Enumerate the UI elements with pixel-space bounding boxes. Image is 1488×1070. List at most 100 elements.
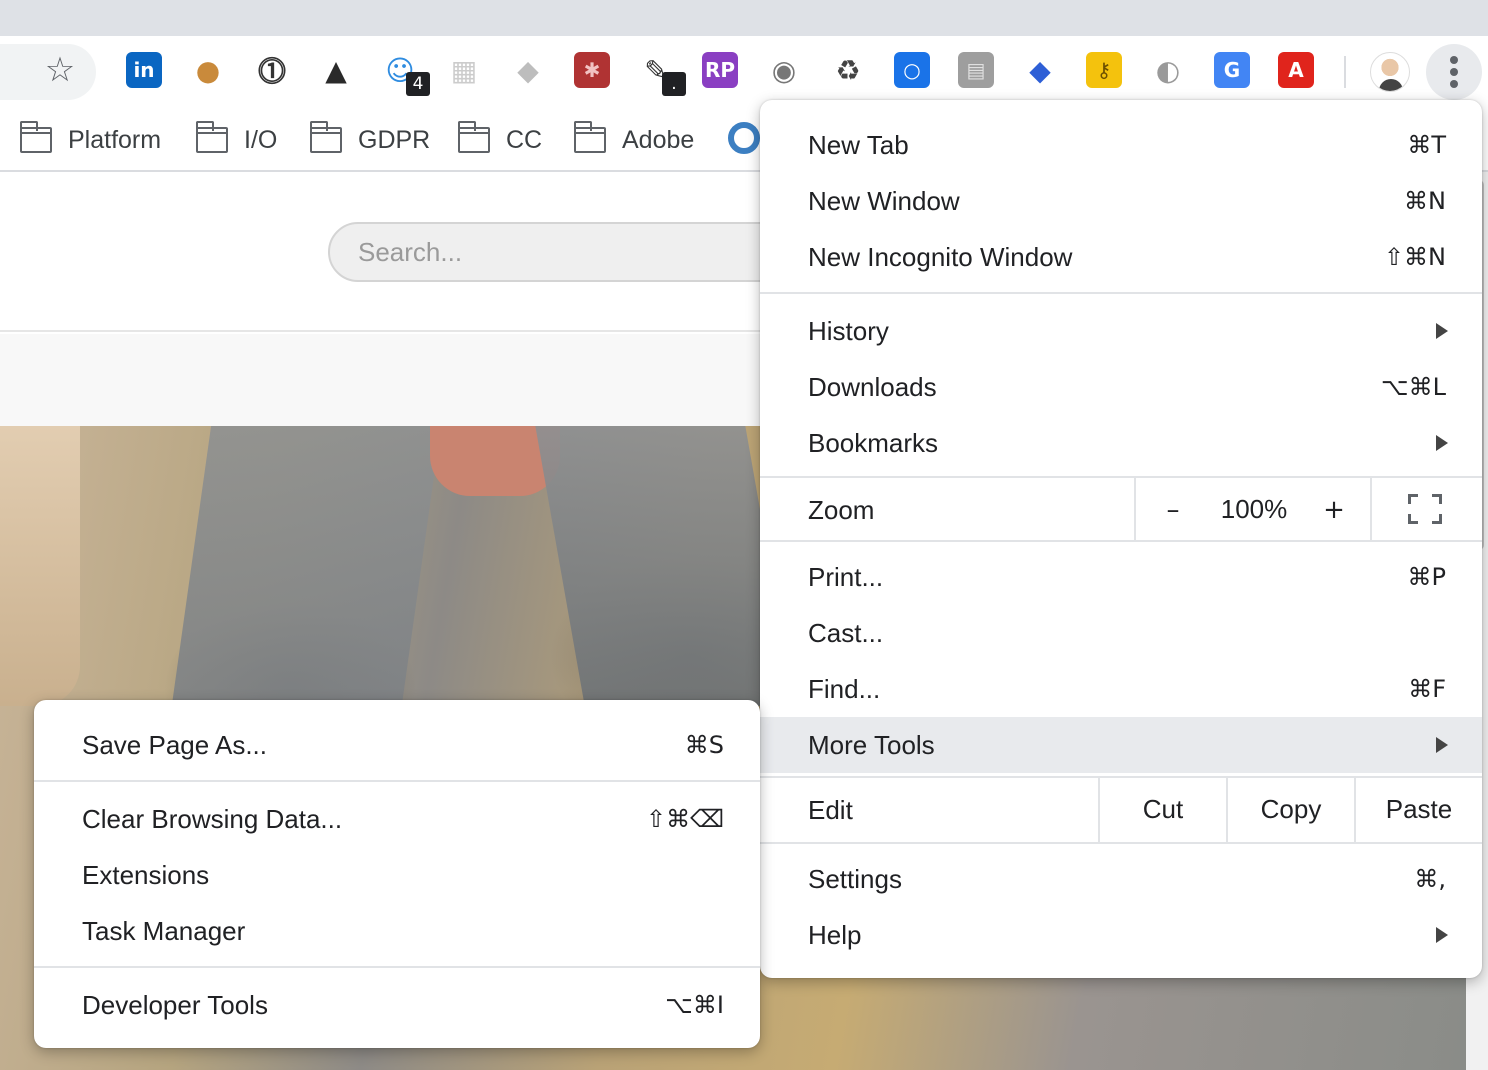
folder-icon bbox=[196, 121, 228, 153]
submenu-arrow-icon bbox=[1436, 435, 1448, 451]
menu-item-help[interactable]: Help bbox=[760, 907, 1482, 963]
folder-icon bbox=[20, 121, 52, 153]
key-extension-icon[interactable]: ⚷ bbox=[1086, 52, 1122, 88]
copy-button[interactable]: Copy bbox=[1228, 778, 1354, 842]
menu-item-clear-browsing-data[interactable]: Clear Browsing Data... ⇧⌘⌫ bbox=[34, 791, 760, 847]
menu-item-shortcut: ⌘F bbox=[1408, 675, 1446, 703]
bookmark-label: CC bbox=[506, 125, 543, 154]
color-triangle-extension-icon[interactable]: ▲ bbox=[318, 52, 354, 88]
fullscreen-icon[interactable] bbox=[1408, 494, 1442, 524]
cube-extension-icon[interactable]: ◆ bbox=[510, 52, 546, 88]
adobe-acrobat-extension-icon[interactable]: A bbox=[1278, 52, 1314, 88]
menu-item-new-window[interactable]: New Window ⌘N bbox=[760, 173, 1482, 229]
bookmark-folder-adobe[interactable]: Adobe bbox=[574, 120, 694, 160]
ethereum-extension-icon[interactable]: ◆ bbox=[1022, 52, 1058, 88]
menu-item-developer-tools[interactable]: Developer Tools ⌥⌘I bbox=[34, 977, 760, 1033]
profile-avatar[interactable] bbox=[1370, 52, 1410, 92]
linkedin-extension-icon[interactable]: in bbox=[126, 52, 162, 88]
hero-jeans-left bbox=[168, 426, 442, 726]
bookmark-folder-cc[interactable]: CC bbox=[458, 120, 542, 160]
menu-item-label: Cast... bbox=[808, 617, 884, 648]
menu-zoom-row: Zoom – 100% + bbox=[760, 478, 1482, 542]
zoom-level: 100% bbox=[1220, 494, 1288, 524]
red-square-extension-icon[interactable]: ✱ bbox=[574, 52, 610, 88]
edit-label: Edit bbox=[808, 795, 853, 825]
bookmark-folder-platform[interactable]: Platform bbox=[20, 120, 161, 160]
zoom-in-button[interactable]: + bbox=[1298, 478, 1370, 542]
menu-item-more-tools[interactable]: More Tools bbox=[760, 717, 1482, 773]
menu-item-settings[interactable]: Settings ⌘, bbox=[760, 851, 1482, 907]
extension-badge: . bbox=[662, 72, 686, 96]
dot-icon bbox=[1450, 80, 1458, 88]
fullscreen-corner bbox=[1408, 514, 1418, 524]
menu-item-task-manager[interactable]: Task Manager bbox=[34, 903, 760, 959]
ghost-extension-icon[interactable]: ☺ 4 bbox=[382, 52, 430, 96]
bookmark-label: I/O bbox=[244, 125, 278, 154]
zoom-out-button[interactable]: – bbox=[1136, 478, 1210, 542]
menu-item-label: New Window bbox=[808, 185, 960, 216]
bookmark-label: Adobe bbox=[622, 125, 695, 154]
menu-item-bookmarks[interactable]: Bookmarks bbox=[760, 415, 1482, 471]
chrome-menu-button[interactable] bbox=[1426, 44, 1482, 100]
chrome-main-menu: New Tab ⌘T New Window ⌘N New Incognito W… bbox=[760, 100, 1482, 978]
cookie-extension-icon[interactable]: ● bbox=[190, 52, 226, 88]
menu-item-label: Developer Tools bbox=[82, 989, 268, 1020]
menu-item-label: More Tools bbox=[808, 729, 935, 760]
menu-item-shortcut: ⌘T bbox=[1407, 131, 1446, 159]
menu-item-label: Save Page As... bbox=[82, 729, 268, 760]
menu-separator bbox=[34, 780, 760, 782]
bookmark-ring-icon[interactable] bbox=[728, 122, 760, 154]
tab-strip bbox=[0, 0, 1488, 36]
zoom-label: Zoom bbox=[808, 495, 875, 525]
menu-item-save-page-as[interactable]: Save Page As... ⌘S bbox=[34, 717, 760, 773]
cut-button[interactable]: Cut bbox=[1100, 778, 1226, 842]
folder-icon bbox=[574, 121, 606, 153]
bookmark-folder-gdpr[interactable]: GDPR bbox=[310, 120, 430, 160]
rp-extension-icon[interactable]: RP bbox=[702, 52, 738, 88]
toolbar-divider bbox=[1344, 56, 1346, 88]
menu-item-label: Settings bbox=[808, 863, 902, 894]
translate-extension-icon[interactable]: G bbox=[1214, 52, 1250, 88]
menu-item-label: Print... bbox=[808, 561, 884, 592]
menu-separator bbox=[760, 842, 1482, 844]
map-extension-icon[interactable]: ▦ bbox=[446, 52, 482, 88]
recycle-extension-icon[interactable]: ♻ bbox=[830, 52, 866, 88]
star-icon[interactable]: ☆ bbox=[40, 50, 80, 90]
paste-button[interactable]: Paste bbox=[1356, 778, 1482, 842]
zoom-divider bbox=[1370, 478, 1372, 542]
bookmark-folder-io[interactable]: I/O bbox=[196, 120, 277, 160]
menu-item-find[interactable]: Find... ⌘F bbox=[760, 661, 1482, 717]
dot-icon bbox=[1450, 68, 1458, 76]
menu-item-downloads[interactable]: Downloads ⌥⌘L bbox=[760, 359, 1482, 415]
hero-jeans-right bbox=[535, 426, 795, 706]
password-manager-extension-icon[interactable]: ⓵ bbox=[254, 52, 290, 88]
blue-ring-extension-icon[interactable]: ○ bbox=[894, 52, 930, 88]
browser-toolbar: ☆ in ● ⓵ ▲ ☺ 4 ▦ ◆ ✱ ✎. RP ◉ ♻ ○ ▤ ◆ ⚷ ◐ G A bbox=[0, 36, 1488, 108]
menu-item-shortcut: ⌘S bbox=[684, 731, 724, 759]
folder-icon bbox=[310, 121, 342, 153]
menu-item-shortcut: ⌥⌘I bbox=[665, 991, 724, 1019]
menu-item-label: Clear Browsing Data... bbox=[82, 803, 343, 834]
menu-item-history[interactable]: History bbox=[760, 303, 1482, 359]
folder-icon bbox=[458, 121, 490, 153]
more-tools-submenu: Save Page As... ⌘S Clear Browsing Data..… bbox=[34, 700, 760, 1048]
extension-badge: 4 bbox=[406, 72, 430, 96]
dot-icon bbox=[1450, 56, 1458, 64]
menu-item-cast[interactable]: Cast... bbox=[760, 605, 1482, 661]
eyedropper-extension-icon[interactable]: ✎. bbox=[638, 52, 686, 96]
menu-item-new-incognito-window[interactable]: New Incognito Window ⇧⌘N bbox=[760, 229, 1482, 285]
menu-item-shortcut: ⇧⌘N bbox=[1383, 243, 1446, 271]
menu-item-label: New Incognito Window bbox=[808, 241, 1073, 272]
menu-item-print[interactable]: Print... ⌘P bbox=[760, 549, 1482, 605]
menu-edit-row: Edit Cut Copy Paste bbox=[760, 778, 1482, 842]
submenu-arrow-icon bbox=[1436, 927, 1448, 943]
camera-extension-icon[interactable]: ◉ bbox=[766, 52, 802, 88]
sphere-extension-icon[interactable]: ◐ bbox=[1150, 52, 1186, 88]
menu-item-shortcut: ⌘N bbox=[1404, 187, 1446, 215]
menu-item-label: Find... bbox=[808, 673, 881, 704]
gray-map-extension-icon[interactable]: ▤ bbox=[958, 52, 994, 88]
menu-item-extensions[interactable]: Extensions bbox=[34, 847, 760, 903]
menu-separator bbox=[760, 540, 1482, 542]
menu-item-new-tab[interactable]: New Tab ⌘T bbox=[760, 117, 1482, 173]
menu-separator bbox=[34, 966, 760, 968]
